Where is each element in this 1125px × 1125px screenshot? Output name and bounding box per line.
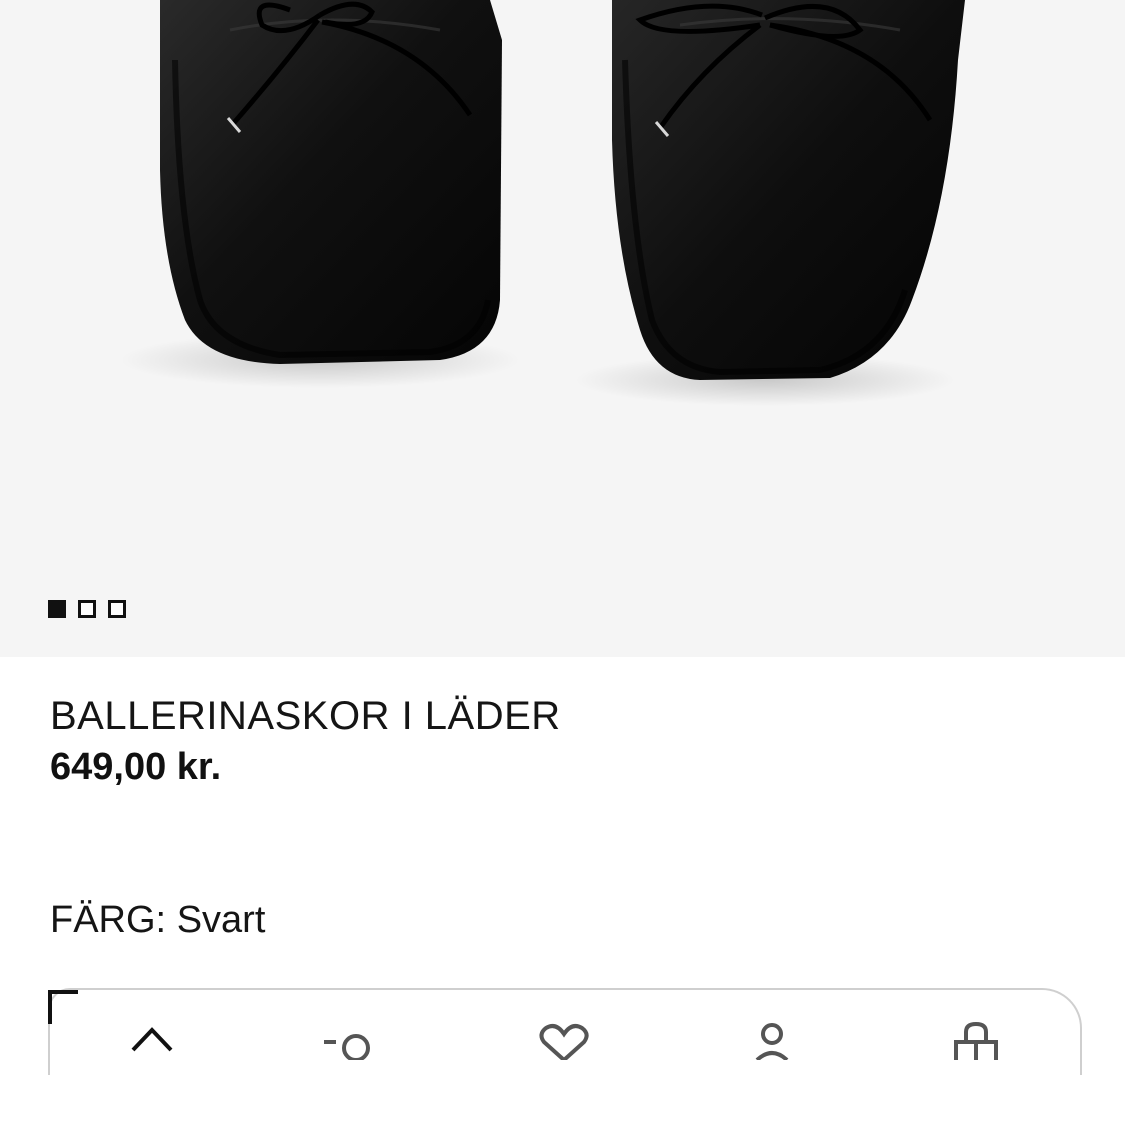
color-label: FÄRG:: [50, 899, 167, 941]
ballerina-shoes-illustration: [120, 0, 965, 406]
gallery-indicator: [48, 600, 126, 618]
screen-bottom-edge: [0, 1075, 1125, 1125]
home-icon: [131, 1027, 173, 1052]
product-image[interactable]: [0, 0, 1125, 657]
color-value: Svart: [176, 899, 266, 941]
tab-bar-edge: [48, 990, 78, 1024]
shopping-bag-icon: [954, 1021, 998, 1060]
tab-cart[interactable]: [946, 1020, 1006, 1080]
gallery-dot-1[interactable]: [48, 600, 66, 618]
search-icon: [324, 1034, 370, 1060]
gallery-dot-3[interactable]: [108, 600, 126, 618]
tab-account[interactable]: [742, 1020, 802, 1080]
tab-favorites[interactable]: [534, 1020, 594, 1080]
right-shoe: [612, 0, 965, 380]
account-icon: [755, 1023, 789, 1060]
gallery-dot-2[interactable]: [78, 600, 96, 618]
tab-home[interactable]: [122, 1020, 182, 1080]
tab-search[interactable]: [320, 1020, 380, 1080]
left-shoe: [160, 0, 502, 364]
product-title: BALLERINASKOR I LÄDER: [50, 694, 561, 738]
color-selector-label: FÄRG: Svart: [50, 896, 265, 944]
product-price: 649,00 kr.: [50, 746, 222, 788]
product-info: BALLERINASKOR I LÄDER 649,00 kr.: [50, 690, 1075, 792]
heart-icon: [539, 1024, 589, 1060]
